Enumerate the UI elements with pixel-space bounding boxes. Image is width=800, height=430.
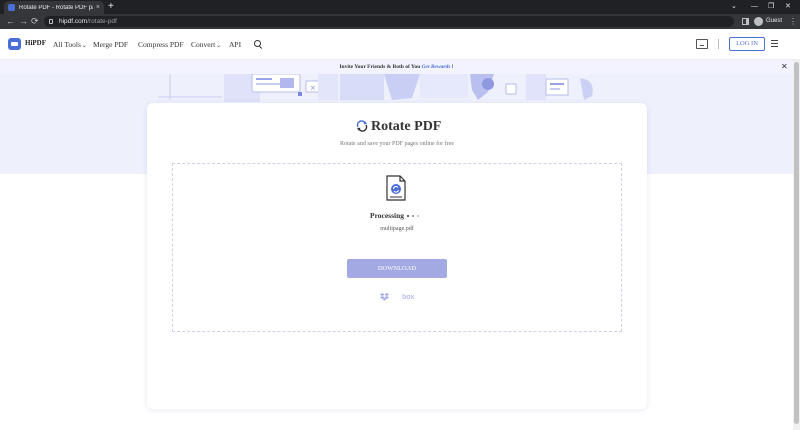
loading-dot — [417, 215, 419, 217]
nav-compress-pdf[interactable]: Compress PDF — [138, 40, 184, 49]
browser-tab[interactable]: Rotate PDF - Rotate PDF pages o × — [4, 1, 104, 14]
lock-icon[interactable] — [49, 19, 53, 24]
banner-close-icon[interactable]: ✕ — [781, 60, 788, 74]
nav-convert-label: Convert — [191, 40, 216, 49]
site-header: HiPDF All Tools⌄ Merge PDF Compress PDF … — [0, 29, 800, 60]
back-icon[interactable]: ← — [6, 15, 15, 28]
reload-icon[interactable]: ⟳ — [31, 15, 39, 28]
url-path: /rotate-pdf — [87, 18, 117, 25]
dropbox-icon[interactable] — [380, 293, 389, 301]
box-save-option[interactable]: box — [402, 293, 414, 302]
svg-text:×: × — [310, 84, 316, 92]
forward-icon[interactable]: → — [19, 15, 28, 28]
rotate-icon — [356, 120, 368, 132]
tab-title: Rotate PDF - Rotate PDF pages o — [19, 4, 93, 11]
side-panel-icon[interactable] — [742, 18, 749, 25]
logo-text[interactable]: HiPDF — [25, 39, 46, 47]
search-icon[interactable] — [254, 40, 261, 47]
nav-convert[interactable]: Convert⌄ — [191, 40, 221, 49]
download-button[interactable]: DOWNLOAD — [347, 259, 447, 278]
chevron-down-icon: ⌄ — [216, 43, 222, 49]
hamburger-icon[interactable] — [771, 40, 778, 47]
tab-close-icon[interactable]: × — [96, 4, 100, 11]
pdf-file-icon — [386, 175, 406, 201]
file-name: multipage.pdf — [380, 226, 414, 232]
tab-favicon-icon — [8, 4, 15, 11]
browser-toolbar: ← → ⟳ hipdf.com /rotate-pdf Guest ⋮ — [0, 14, 800, 29]
address-bar[interactable]: hipdf.com /rotate-pdf — [44, 16, 734, 27]
page-subtitle: Rotate and save your PDF pages online fo… — [340, 141, 454, 147]
page-title: Rotate PDF — [371, 119, 442, 134]
browser-menu-icon[interactable]: ⋮ — [789, 16, 797, 27]
processing-dots — [407, 215, 419, 217]
login-button[interactable]: LOG IN — [729, 37, 765, 51]
desktop-download-icon[interactable] — [696, 39, 708, 49]
header-divider — [718, 39, 719, 49]
nav-all-tools-label: All Tools — [53, 40, 81, 49]
profile-label[interactable]: Guest — [766, 17, 782, 26]
invite-banner: Invite Your Friends & Both of You Get Re… — [0, 60, 793, 74]
close-window-icon[interactable]: ✕ — [785, 1, 791, 13]
hipdf-logo-icon[interactable] — [8, 38, 21, 50]
guest-avatar-icon[interactable] — [754, 17, 763, 26]
invite-suffix: ! — [450, 64, 454, 70]
loading-dot — [412, 215, 414, 217]
tab-search-dropdown-icon[interactable]: ⌄ — [731, 1, 737, 13]
minimize-icon[interactable]: — — [751, 1, 758, 13]
browser-tab-bar: Rotate PDF - Rotate PDF pages o × + ⌄ — … — [0, 0, 800, 14]
nav-all-tools[interactable]: All Tools⌄ — [53, 40, 87, 49]
nav-api[interactable]: API — [229, 40, 241, 49]
nav-merge-pdf[interactable]: Merge PDF — [93, 40, 128, 49]
chevron-down-icon: ⌄ — [81, 43, 87, 49]
get-rewards-link[interactable]: Get Rewards — [422, 64, 451, 70]
invite-text: Invite Your Friends & Both of You — [339, 64, 421, 70]
processing-status: Processing — [370, 211, 405, 220]
new-tab-button[interactable]: + — [108, 1, 114, 13]
loading-dot — [407, 215, 409, 217]
maximize-icon[interactable]: ❐ — [768, 1, 774, 13]
scrollbar-thumb[interactable] — [794, 62, 799, 424]
url-host: hipdf.com — [59, 18, 88, 25]
